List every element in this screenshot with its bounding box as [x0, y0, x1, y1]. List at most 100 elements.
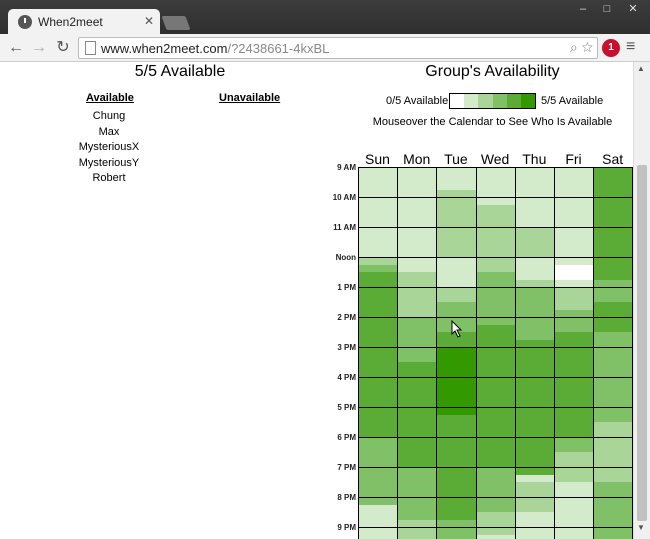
time-slot-cell[interactable] — [475, 324, 515, 332]
time-slot-cell[interactable] — [514, 534, 554, 539]
time-slot-cell[interactable] — [358, 347, 398, 355]
time-slot-cell[interactable] — [358, 257, 398, 265]
time-slot-cell[interactable] — [514, 399, 554, 407]
time-slot-cell[interactable] — [593, 489, 633, 497]
time-slot-cell[interactable] — [593, 407, 633, 415]
time-slot-cell[interactable] — [514, 429, 554, 437]
time-slot-cell[interactable] — [554, 257, 594, 265]
time-slot-cell[interactable] — [358, 414, 398, 422]
time-slot-cell[interactable] — [358, 474, 398, 482]
time-slot-cell[interactable] — [436, 167, 476, 175]
time-slot-cell[interactable] — [358, 407, 398, 415]
time-slot-cell[interactable] — [593, 369, 633, 377]
time-slot-cell[interactable] — [358, 182, 398, 190]
time-slot-cell[interactable] — [554, 437, 594, 445]
time-slot-cell[interactable] — [358, 212, 398, 220]
time-slot-cell[interactable] — [514, 377, 554, 385]
time-slot-cell[interactable] — [514, 317, 554, 325]
time-slot-cell[interactable] — [514, 249, 554, 257]
time-slot-cell[interactable] — [358, 302, 398, 310]
time-slot-cell[interactable] — [514, 189, 554, 197]
time-slot-cell[interactable] — [514, 257, 554, 265]
time-slot-cell[interactable] — [593, 497, 633, 505]
time-slot-cell[interactable] — [514, 302, 554, 310]
time-slot-cell[interactable] — [397, 212, 437, 220]
time-slot-cell[interactable] — [397, 429, 437, 437]
time-slot-cell[interactable] — [397, 489, 437, 497]
time-slot-cell[interactable] — [358, 204, 398, 212]
time-slot-cell[interactable] — [554, 482, 594, 490]
time-slot-cell[interactable] — [514, 384, 554, 392]
time-slot-cell[interactable] — [436, 197, 476, 205]
time-slot-cell[interactable] — [397, 242, 437, 250]
time-slot-cell[interactable] — [436, 467, 476, 475]
time-slot-cell[interactable] — [514, 219, 554, 227]
time-slot-cell[interactable] — [436, 272, 476, 280]
time-slot-cell[interactable] — [514, 414, 554, 422]
time-slot-cell[interactable] — [475, 227, 515, 235]
time-slot-cell[interactable] — [397, 167, 437, 175]
time-slot-cell[interactable] — [475, 422, 515, 430]
time-slot-cell[interactable] — [514, 182, 554, 190]
time-slot-cell[interactable] — [358, 362, 398, 370]
time-slot-cell[interactable] — [554, 294, 594, 302]
time-slot-cell[interactable] — [554, 467, 594, 475]
time-slot-cell[interactable] — [514, 519, 554, 527]
time-slot-cell[interactable] — [397, 399, 437, 407]
time-slot-cell[interactable] — [593, 504, 633, 512]
time-slot-cell[interactable] — [554, 182, 594, 190]
time-slot-cell[interactable] — [593, 174, 633, 182]
time-slot-cell[interactable] — [475, 339, 515, 347]
search-icon[interactable]: ⌕ — [570, 39, 578, 55]
time-slot-cell[interactable] — [358, 167, 398, 175]
time-slot-cell[interactable] — [358, 339, 398, 347]
time-slot-cell[interactable] — [397, 527, 437, 535]
time-slot-cell[interactable] — [514, 167, 554, 175]
time-slot-cell[interactable] — [514, 287, 554, 295]
time-slot-cell[interactable] — [397, 249, 437, 257]
browser-tab[interactable]: When2meet ✕ — [8, 9, 160, 35]
time-slot-cell[interactable] — [397, 324, 437, 332]
time-slot-cell[interactable] — [475, 302, 515, 310]
time-slot-cell[interactable] — [358, 534, 398, 539]
time-slot-cell[interactable] — [554, 534, 594, 539]
time-slot-cell[interactable] — [358, 392, 398, 400]
time-slot-cell[interactable] — [475, 437, 515, 445]
time-slot-cell[interactable] — [475, 497, 515, 505]
minimize-button[interactable]: ‒ — [571, 2, 595, 16]
time-slot-cell[interactable] — [358, 452, 398, 460]
time-slot-cell[interactable] — [436, 377, 476, 385]
time-slot-cell[interactable] — [397, 294, 437, 302]
time-slot-cell[interactable] — [358, 324, 398, 332]
scroll-thumb[interactable] — [637, 165, 647, 521]
time-slot-cell[interactable] — [475, 347, 515, 355]
time-slot-cell[interactable] — [358, 234, 398, 242]
time-slot-cell[interactable] — [514, 489, 554, 497]
time-slot-cell[interactable] — [397, 264, 437, 272]
time-slot-cell[interactable] — [475, 459, 515, 467]
time-slot-cell[interactable] — [358, 272, 398, 280]
time-slot-cell[interactable] — [514, 497, 554, 505]
time-slot-cell[interactable] — [514, 482, 554, 490]
time-slot-cell[interactable] — [593, 227, 633, 235]
time-slot-cell[interactable] — [436, 407, 476, 415]
time-slot-cell[interactable] — [475, 444, 515, 452]
time-slot-cell[interactable] — [358, 527, 398, 535]
time-slot-cell[interactable] — [554, 489, 594, 497]
time-slot-cell[interactable] — [436, 512, 476, 520]
time-slot-cell[interactable] — [593, 249, 633, 257]
time-slot-cell[interactable] — [514, 354, 554, 362]
time-slot-cell[interactable] — [554, 279, 594, 287]
time-slot-cell[interactable] — [593, 534, 633, 539]
time-slot-cell[interactable] — [593, 467, 633, 475]
time-slot-cell[interactable] — [514, 512, 554, 520]
time-slot-cell[interactable] — [554, 227, 594, 235]
time-slot-cell[interactable] — [593, 332, 633, 340]
time-slot-cell[interactable] — [358, 317, 398, 325]
time-slot-cell[interactable] — [436, 219, 476, 227]
time-slot-cell[interactable] — [593, 182, 633, 190]
time-slot-cell[interactable] — [593, 392, 633, 400]
page-scrollbar[interactable]: ▲ ▼ — [633, 62, 650, 539]
time-slot-cell[interactable] — [436, 354, 476, 362]
time-slot-cell[interactable] — [475, 474, 515, 482]
